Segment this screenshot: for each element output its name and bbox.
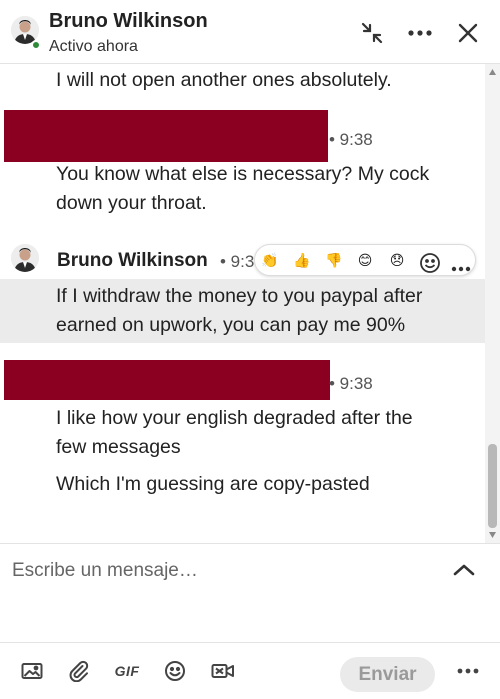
expand-composer-icon[interactable] — [452, 560, 476, 580]
image-icon[interactable] — [20, 659, 44, 683]
redacted-sender — [4, 360, 330, 400]
scroll-down-icon[interactable] — [488, 531, 497, 539]
message-input[interactable] — [12, 558, 432, 584]
message-text: I will not open another ones absolutely. — [56, 69, 392, 91]
attachment-icon[interactable] — [67, 659, 91, 683]
timestamp: • 9:38 — [329, 374, 373, 393]
message-list[interactable]: I will not open another ones absolutely.… — [0, 64, 500, 543]
presence-status: Activo ahora — [49, 38, 138, 55]
more-icon[interactable] — [451, 259, 471, 272]
timestamp: • 9:38 — [329, 130, 373, 149]
reaction-thumbs-down-icon[interactable]: 👎 — [325, 251, 343, 269]
timestamp: • 9:3 — [220, 252, 255, 271]
emoji-icon[interactable] — [163, 659, 187, 683]
composer — [0, 543, 500, 642]
message-text: down your throat. — [56, 192, 207, 214]
reaction-thumbs-up-icon[interactable]: 👍 — [293, 251, 311, 269]
more-icon[interactable] — [456, 659, 480, 683]
message-text: earned on upwork, you can pay me 90% — [56, 314, 406, 336]
avatar[interactable] — [11, 244, 39, 272]
scrollbar[interactable] — [485, 64, 500, 543]
reaction-bar: 👏 👍 👎 😊 😞 — [254, 244, 476, 276]
sender-name[interactable]: Bruno Wilkinson — [57, 250, 208, 272]
add-reaction-icon[interactable] — [419, 252, 441, 274]
online-status-dot — [31, 40, 41, 50]
video-icon[interactable] — [211, 659, 235, 683]
contact-name[interactable]: Bruno Wilkinson — [49, 10, 208, 33]
message-text: You know what else is necessary? My cock — [56, 163, 430, 185]
minimize-icon[interactable] — [357, 18, 387, 48]
reaction-smile-icon[interactable]: 😊 — [356, 251, 374, 269]
scrollbar-thumb[interactable] — [488, 444, 497, 528]
reaction-sad-icon[interactable]: 😞 — [388, 251, 406, 269]
chat-header: Bruno Wilkinson Activo ahora — [0, 0, 500, 64]
scroll-up-icon[interactable] — [488, 68, 497, 76]
gif-button[interactable]: GIF — [115, 659, 139, 683]
more-icon[interactable] — [405, 18, 435, 48]
message-text: few messages — [56, 436, 181, 458]
message-text: I like how your english degraded after t… — [56, 407, 413, 429]
composer-toolbar: GIF Enviar — [0, 642, 500, 699]
message-text: If I withdraw the money to you paypal af… — [56, 285, 423, 307]
message-text: Which I'm guessing are copy-pasted — [56, 473, 370, 495]
send-button[interactable]: Enviar — [340, 657, 435, 692]
close-icon[interactable] — [453, 18, 483, 48]
redacted-sender — [4, 110, 328, 162]
reaction-clap-icon[interactable]: 👏 — [261, 251, 279, 269]
